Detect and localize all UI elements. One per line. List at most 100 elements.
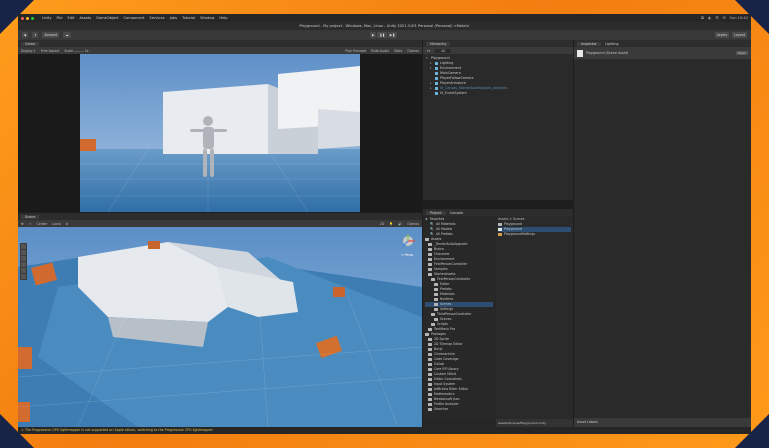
cloud-icon[interactable]: ☁	[63, 32, 71, 38]
account-icon[interactable]: ◆	[22, 32, 29, 38]
step-icon[interactable]: ▶❚	[387, 32, 397, 38]
aspect-dropdown[interactable]: Free Aspect	[41, 49, 60, 53]
folder-item[interactable]: Searcher	[425, 407, 493, 412]
scene-view[interactable]: < Persp	[18, 227, 422, 427]
search-input[interactable]: All	[435, 48, 452, 53]
settings-file-icon	[498, 233, 502, 236]
tab-game[interactable]: Game	[21, 41, 40, 46]
stats-toggle[interactable]: Stats	[394, 49, 402, 53]
play-controls: ▶ ❚❚ ▶❚	[370, 32, 397, 38]
folder-icon	[428, 408, 432, 411]
folder-icon	[425, 238, 429, 241]
move-tool-icon[interactable]: ✥	[21, 222, 24, 226]
scene-gizmos-dropdown[interactable]: Gizmos	[407, 222, 419, 226]
status-icon[interactable]: ◐	[708, 16, 711, 20]
game-tab-bar: Game	[18, 40, 422, 47]
close-icon[interactable]	[21, 16, 24, 20]
folder-icon	[428, 248, 432, 251]
hand-tool-icon[interactable]	[21, 244, 26, 249]
status-icon[interactable]: ⌘	[701, 16, 705, 20]
2d-toggle[interactable]: 2D	[380, 222, 384, 226]
gameobject-icon	[435, 77, 438, 80]
menu-gameobject[interactable]: GameObject	[96, 16, 118, 20]
lighting-toggle-icon[interactable]: 💡	[389, 222, 393, 226]
scene-file-icon	[498, 228, 502, 231]
project-tab-bar: Project Console	[423, 209, 573, 216]
rotate-tool-icon[interactable]	[21, 256, 26, 261]
folder-icon	[428, 253, 432, 256]
menu-tutorial[interactable]: Tutorial	[182, 16, 195, 20]
space-dropdown[interactable]: Local	[52, 222, 60, 226]
game-view[interactable]	[18, 54, 422, 212]
layout-dropdown[interactable]: Layout	[732, 32, 747, 38]
folder-icon	[434, 293, 438, 296]
pivot-dropdown[interactable]: Center	[37, 222, 48, 226]
transform-tool-icon[interactable]	[21, 274, 26, 279]
tab-console[interactable]: Console	[450, 211, 463, 215]
scene-file-icon	[577, 49, 583, 57]
folder-icon	[434, 303, 438, 306]
minimize-icon[interactable]	[26, 16, 29, 20]
tab-hierarchy[interactable]: Hierarchy	[426, 41, 451, 46]
hierarchy-row[interactable]: UI_EventSystem	[426, 91, 571, 96]
scene-toolbar: ✥ ☼ Center Local # 2D 💡 🔊 Gizmos	[18, 220, 422, 227]
tab-project[interactable]: Project	[426, 210, 446, 215]
mute-audio-toggle[interactable]: Mute Audio	[371, 49, 389, 53]
menu-edit[interactable]: Edit	[67, 16, 74, 20]
folder-icon	[428, 378, 432, 381]
menu-unity[interactable]: Unity	[42, 16, 51, 20]
open-button[interactable]: Open	[735, 51, 748, 55]
gameobject-icon	[435, 87, 438, 90]
tab-scene[interactable]: Scene	[21, 214, 40, 219]
scale-slider[interactable]: Scale ——— 1x	[64, 49, 88, 53]
chevron-down-icon[interactable]: ▾	[32, 32, 39, 38]
audio-toggle-icon[interactable]: 🔊	[398, 222, 402, 226]
project-files: Assets > Scenes Playground Playground Pl…	[496, 216, 573, 419]
menu-window[interactable]: Window	[200, 16, 214, 20]
menu-help[interactable]: Help	[219, 16, 227, 20]
account-button[interactable]: Account	[42, 32, 60, 38]
gameobject-icon	[435, 67, 438, 70]
file-item[interactable]: PlaygroundSettings	[498, 232, 571, 237]
menu-assets[interactable]: Assets	[79, 16, 91, 20]
maximize-icon[interactable]	[31, 16, 34, 20]
menu-services[interactable]: Services	[149, 16, 164, 20]
inspector-tab-bar: Inspector Lighting	[574, 40, 751, 47]
pause-icon[interactable]: ❚❚	[377, 32, 387, 38]
folder-icon	[428, 398, 432, 401]
menu-jobs[interactable]: Jobs	[170, 16, 177, 20]
folder-icon	[428, 338, 432, 341]
menu-file[interactable]: File	[56, 16, 62, 20]
light-icon[interactable]: ☼	[29, 222, 32, 226]
tab-lighting[interactable]: Lighting	[605, 42, 619, 46]
layers-dropdown[interactable]: Layers	[714, 32, 730, 38]
persp-label[interactable]: < Persp	[401, 253, 413, 257]
play-icon[interactable]: ▶	[370, 32, 377, 38]
folder-icon	[434, 288, 438, 291]
menu-component[interactable]: Component	[124, 16, 145, 20]
inspector-asset-name: Playground (Scene Asset)	[586, 51, 629, 55]
gizmos-dropdown[interactable]: Gizmos	[407, 49, 419, 53]
move-tool-icon[interactable]	[21, 250, 26, 255]
rect-tool-icon[interactable]	[21, 268, 26, 273]
asset-labels-bar[interactable]: Asset Labels	[574, 418, 751, 427]
scale-tool-icon[interactable]	[21, 262, 26, 267]
status-icon[interactable]: ✉	[723, 16, 726, 20]
folder-icon	[428, 348, 432, 351]
add-icon[interactable]: +▾	[426, 49, 430, 53]
status-bar[interactable]: ⚠ The Progressive GPU lightmapper is not…	[18, 427, 751, 434]
folder-icon	[428, 383, 432, 386]
status-icon[interactable]: ☰	[715, 16, 718, 20]
grid-icon[interactable]: #	[66, 222, 69, 226]
play-focused-toggle[interactable]: Play Focused	[345, 49, 366, 53]
window-controls	[21, 16, 34, 20]
display-dropdown[interactable]: Display 1	[21, 49, 36, 53]
scene-render	[18, 227, 422, 427]
folder-icon	[428, 273, 432, 276]
clock: Sun 10:42	[729, 16, 748, 20]
inspector-header: Playground (Scene Asset) Open	[574, 47, 751, 59]
tab-inspector[interactable]: Inspector	[577, 41, 601, 46]
gameobject-icon	[435, 92, 438, 95]
scene-tab-bar: Scene	[18, 213, 422, 220]
folder-icon	[434, 308, 438, 311]
